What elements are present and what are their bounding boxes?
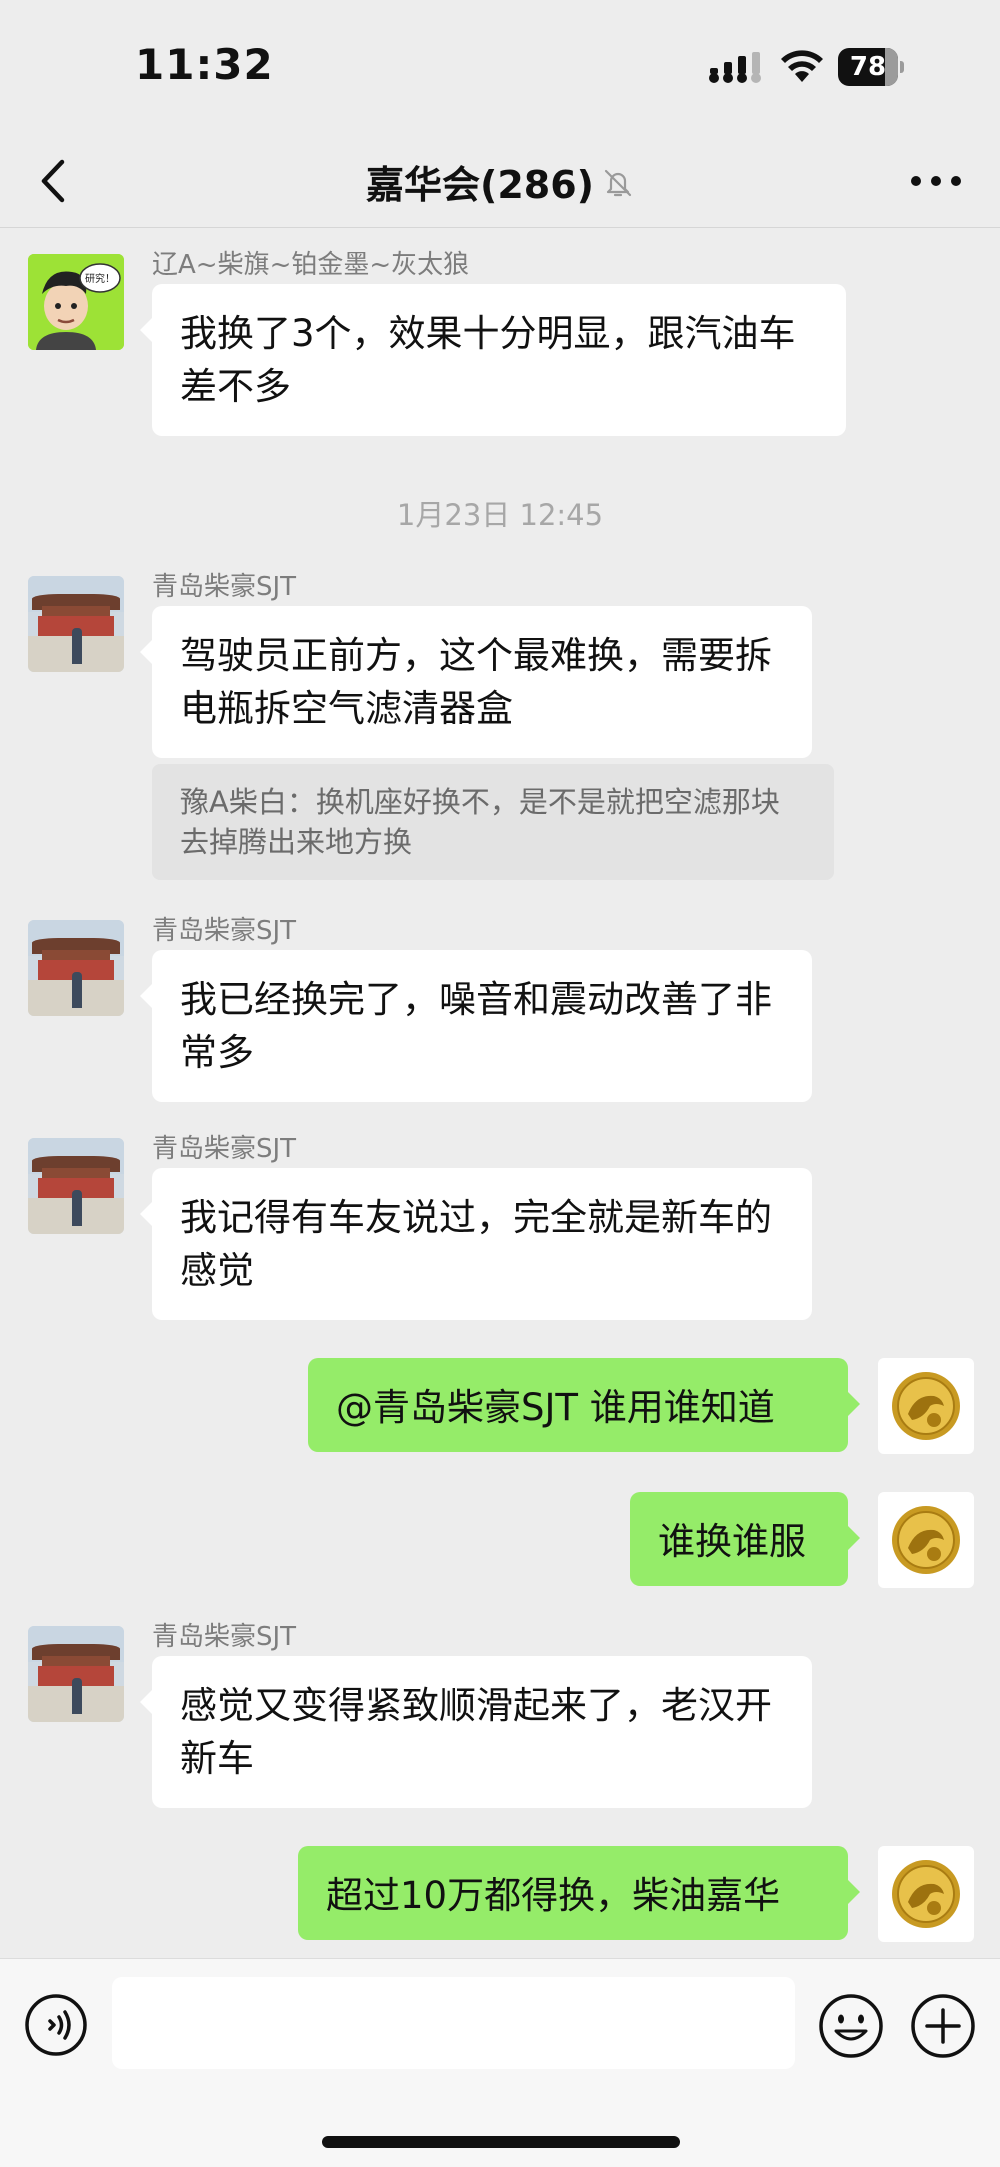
palace-photo-icon xyxy=(28,1138,124,1234)
palace-photo-icon xyxy=(28,920,124,1016)
avatar-self[interactable] xyxy=(878,1492,974,1588)
battery-indicator: 78 xyxy=(838,48,904,86)
message-input[interactable] xyxy=(112,1977,795,2069)
chat-title[interactable]: 嘉华会(286) xyxy=(366,154,594,209)
signal-bars-icon xyxy=(709,52,761,83)
message-bubble[interactable]: 我记得有车友说过，完全就是新车的感觉 xyxy=(140,1168,812,1320)
avatar-palace[interactable] xyxy=(28,920,124,1016)
palace-photo-icon xyxy=(28,576,124,672)
message-bubble[interactable]: 感觉又变得紧致顺滑起来了，老汉开新车 xyxy=(140,1656,812,1808)
gold-coin-icon xyxy=(892,1506,960,1574)
status-bar: 11:32 78 xyxy=(0,0,1000,134)
avatar-caption: 研究！ xyxy=(85,272,115,285)
chat-header: 嘉华会(286) xyxy=(0,134,1000,228)
gold-coin-icon xyxy=(892,1372,960,1440)
sender-name: 青岛柴豪SJT xyxy=(152,1622,297,1652)
avatar-palace[interactable] xyxy=(28,1138,124,1234)
message-bubble[interactable]: 我已经换完了，噪音和震动改善了非常多 xyxy=(140,950,812,1102)
avatar-cartoon[interactable]: 研究！ xyxy=(28,254,124,350)
sender-name: 辽A~柴旗~铂金墨~灰太狼 xyxy=(152,250,470,280)
voice-icon[interactable] xyxy=(24,1993,88,2057)
input-bar xyxy=(0,1958,1000,2167)
battery-level: 78 xyxy=(849,52,887,82)
emoji-icon[interactable] xyxy=(818,1993,884,2059)
message-bubble-outgoing[interactable]: @青岛柴豪SJT 谁用谁知道 xyxy=(308,1358,860,1452)
bell-slash-icon xyxy=(604,169,632,197)
message-bubble[interactable]: 驾驶员正前方，这个最难换，需要拆电瓶拆空气滤清器盒 xyxy=(140,606,812,758)
avatar-palace[interactable] xyxy=(28,576,124,672)
more-options-button[interactable] xyxy=(906,166,966,196)
sender-name: 青岛柴豪SJT xyxy=(152,1134,297,1164)
message-list[interactable]: 研究！ 辽A~柴旗~铂金墨~灰太狼 我换了3个，效果十分明显，跟汽油车差不多 1… xyxy=(0,228,1000,1958)
avatar-self[interactable] xyxy=(878,1358,974,1454)
quoted-reply[interactable]: 豫A柴白：换机座好换不，是不是就把空滤那块去掉腾出来地方换 xyxy=(152,764,834,880)
sender-name: 青岛柴豪SJT xyxy=(152,572,297,602)
plus-icon[interactable] xyxy=(910,1993,976,2059)
avatar-palace[interactable] xyxy=(28,1626,124,1722)
cartoon-avatar-icon: 研究！ xyxy=(28,254,124,350)
message-bubble-outgoing[interactable]: 超过10万都得换，柴油嘉华 xyxy=(298,1846,860,1940)
palace-photo-icon xyxy=(28,1626,124,1722)
sender-name: 青岛柴豪SJT xyxy=(152,916,297,946)
timestamp: 1月23日 12:45 xyxy=(396,498,604,532)
home-indicator xyxy=(322,2136,680,2148)
gold-coin-icon xyxy=(892,1860,960,1928)
message-bubble[interactable]: 我换了3个，效果十分明显，跟汽油车差不多 xyxy=(140,284,846,436)
wifi-icon xyxy=(781,50,823,82)
status-time: 11:32 xyxy=(135,40,274,89)
message-bubble-outgoing[interactable]: 谁换谁服 xyxy=(630,1492,860,1586)
avatar-self[interactable] xyxy=(878,1846,974,1942)
